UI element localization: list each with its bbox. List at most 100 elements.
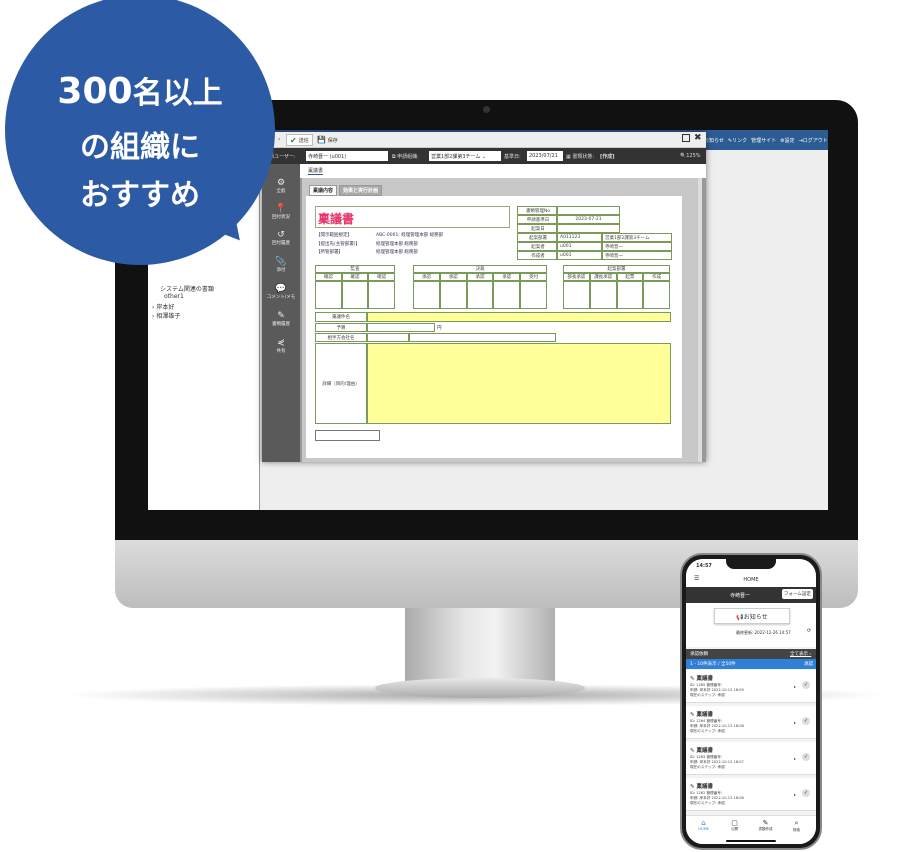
send-button[interactable]: ✔ 送信 [286,134,313,146]
history-icon: ↺ [277,230,285,240]
header-link-logout[interactable]: ⇥ログアウト [799,137,828,144]
form-title: 稟議書 [315,206,510,228]
stamp-box [520,281,547,309]
last-updated: 最終更新: 2022-12-26 14:57 [736,630,791,635]
item-title: ✎ 稟議書 [690,748,714,754]
refresh-icon[interactable]: ⟳ [807,628,811,634]
header-links: お知らせ ✎リンク 管理サイト ⚙設定 ⇥ログアウト [704,137,828,144]
phone-screen: 14:57 ☰ HOME 寺崎晋一 フォーム設定 📢お知らせ 最終更新: 202… [686,559,816,844]
nav-public[interactable]: ▢ 公開 [722,819,747,832]
tree-item[interactable]: › 相澤雄子 [152,311,180,320]
status-label: ▦ 書類状態: [566,154,595,160]
dept-title: 起案部署 [563,265,670,273]
stamp-box [563,281,590,309]
date-field[interactable]: 2023/07/21 [527,151,563,161]
sidebar-item-routing-history[interactable]: ↺ 回付履歴 [262,230,300,246]
partner-name-field[interactable] [409,333,556,342]
approve-check-icon[interactable]: ✓ [802,681,810,689]
subject-field[interactable] [367,312,671,322]
detail-field[interactable] [367,343,671,424]
meta-value: u001 [557,251,602,260]
approval-list-item[interactable]: ✎ 稟議書 ID: 1263 管理番号: 申請: 岸本好 2022-10-12 1… [686,742,816,775]
item-title: ✎ 稟議書 [690,676,714,682]
approve-check-icon[interactable]: ✓ [802,717,810,725]
nav-home[interactable]: ⌂ HOME [691,819,716,831]
section-header: 承認依頼 全て表示 › [686,649,816,659]
dept-col-label: 起票 [616,273,644,281]
bottom-nav: ⌂ HOME ▢ 公開 ✎ 書類作成 ⌕ 検索 [686,815,816,844]
form-settings-button[interactable]: フォーム設定 [782,589,813,599]
sidebar-item-share[interactable]: ⋞ 共有 [262,338,300,354]
header-link-admin[interactable]: 管理サイト [751,137,776,144]
tab-form-content[interactable]: 稟議内容 [309,185,338,196]
chevron-right-icon: ▸ [794,756,797,761]
form-paper: 稟議書 【開示範囲規定】 ABC-0001: 経理管理本部 総務部 【提出先(主管… [306,196,682,458]
item-title: ✎ 稟議書 [690,784,714,790]
comment-icon: 💬 [275,284,287,294]
home-icon: ⌂ [701,819,706,827]
budget-field[interactable] [367,323,435,332]
phone-header: 14:57 ☰ HOME [686,559,816,587]
tab-ringisho[interactable]: 稟議書 [308,167,324,175]
user-field[interactable]: 寺崎晋一 (u001) [306,151,388,161]
item-details: ID: 1264 管理番号: 申請: 岸本好 2022-10-12 18:08 現在… [690,719,744,733]
edit-icon: ✎ [277,311,285,321]
item-details: ID: 1262 管理番号: 申請: 岸本好 2022-10-12 18:06 現在… [690,791,744,805]
camera [483,106,490,113]
close-icon[interactable]: ✖ [694,133,702,143]
item-details: ID: 1263 管理番号: 申請: 岸本好 2022-10-12 18:07 現在… [690,755,744,769]
chevron-right-icon[interactable]: › [278,136,280,143]
header-link-links[interactable]: ✎リンク [728,137,747,144]
zoom-level[interactable]: 🔍125% [680,153,701,159]
meta-value: 営業1部2課第3チーム [602,233,672,242]
show-all-link[interactable]: 全て表示 › [790,651,811,657]
scrollbar[interactable] [698,178,702,462]
stamp-box [493,281,521,309]
stamp-box [643,281,670,309]
stamp-box [439,281,467,309]
sidebar-item-comments[interactable]: 💬 コメント/メモ [262,284,300,300]
phone-notch [726,559,776,569]
decision-col-label: 承認 [466,273,494,281]
sidebar-item-doc-history[interactable]: ✎ 書類履歴 [262,311,300,327]
book-icon: ▢ [731,819,738,827]
stamp-box [616,281,644,309]
document-info-bar: 申請ユーザー: 寺崎晋一 (u001) ⧉ 申請組織: 営業1部2課第3チーム … [262,148,706,164]
bubble-line-2: の組織に [80,130,200,165]
meta-label: 起案日 [517,224,557,233]
tree-item[interactable]: › 岸本好 [152,302,174,311]
extra-field[interactable] [315,430,380,441]
range-text: 1 - 10件表示 / 全50件 [690,662,736,667]
maximize-icon[interactable] [682,134,690,142]
partner-label: 相手方会社名 [315,333,367,342]
meta-label: 起案者 [517,242,557,251]
nav-create[interactable]: ✎ 書類作成 [753,819,778,832]
nav-search[interactable]: ⌕ 検索 [784,819,809,833]
section-title: 承認依頼 [690,652,708,657]
stamp-box [589,281,617,309]
approve-check-icon[interactable]: ✓ [802,753,810,761]
dept-col-label: 課長承認 [589,273,617,281]
sidebar-item-attachments[interactable]: 📎 添付 [262,257,300,273]
paperclip-icon: 📎 [275,257,287,267]
bubble-line-3: おすすめ [80,178,200,213]
notice-button[interactable]: 📢お知らせ [714,608,790,624]
stamp-box [341,281,369,309]
org-label: ⧉ 申請組織: [392,154,419,160]
org-select[interactable]: 営業1部2課第3チーム ⌄ [429,151,501,161]
approval-list-item[interactable]: ✎ 稟議書 ID: 1264 管理番号: 申請: 岸本好 2022-10-12 1… [686,706,816,739]
tab-effect-plan[interactable]: 効果と実行計画 [339,185,383,196]
approval-list-item[interactable]: ✎ 稟議書 ID: 1262 管理番号: 申請: 岸本好 2022-10-12 1… [686,778,816,811]
monitor-stand [405,608,555,686]
tree-item[interactable]: システム関連の書類 [160,284,214,293]
header-link-notice[interactable]: お知らせ [704,137,724,144]
partner-code-field[interactable] [367,333,409,342]
approve-check-icon[interactable]: ✓ [802,789,810,797]
meta-label: 書類管理No [517,206,557,215]
save-button[interactable]: 💾 保存 [314,134,341,146]
header-link-settings[interactable]: ⚙設定 [780,137,794,144]
tree-item[interactable]: other1 [164,293,184,300]
meta-value: A011123 [557,233,602,242]
meta-label: 申請基準日 [517,215,557,224]
approval-list-item[interactable]: ✎ 稟議書 ID: 1265 管理番号: 申請: 岸本好 2022-10-12 1… [686,670,816,703]
